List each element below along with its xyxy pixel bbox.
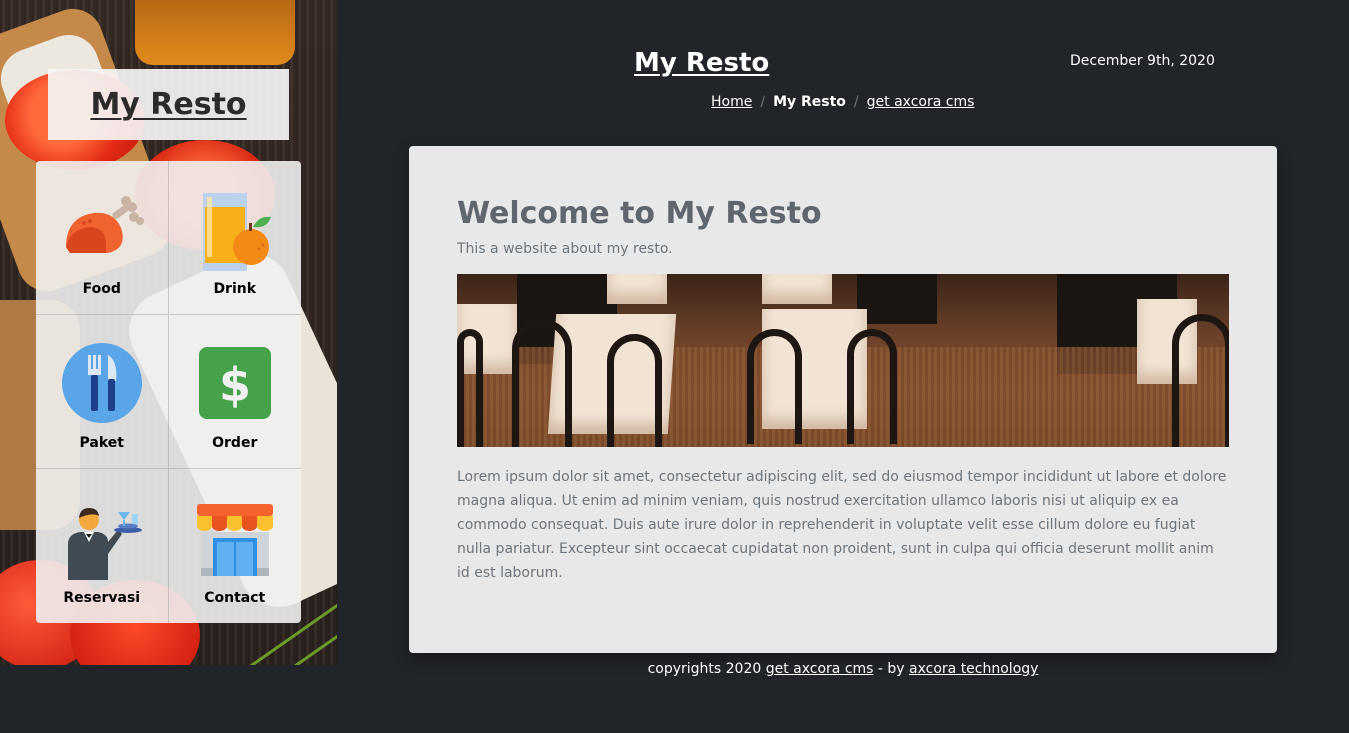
waiter-icon <box>60 496 144 580</box>
menu-item-order[interactable]: $ Order <box>168 315 301 469</box>
menu-item-label: Contact <box>204 590 266 606</box>
menu-item-label: Drink <box>213 281 257 297</box>
page-heading: Welcome to My Resto <box>457 196 822 231</box>
menu-item-reservasi[interactable]: Reservasi <box>36 469 169 623</box>
svg-text:$: $ <box>219 358 251 412</box>
image-detail <box>847 329 897 444</box>
storefront-icon <box>193 496 277 580</box>
chicken-leg-icon <box>60 187 144 271</box>
fork-knife-icon <box>60 341 144 425</box>
breadcrumb-separator: / <box>853 94 859 110</box>
menu-item-paket[interactable]: Paket <box>36 315 169 469</box>
page-body-text: Lorem ipsum dolor sit amet, consectetur … <box>457 469 1227 581</box>
breadcrumb-separator: / <box>760 94 766 110</box>
footer-copyright: copyrights 2020 <box>647 661 766 677</box>
image-detail <box>607 334 662 447</box>
breadcrumb-axcora-link[interactable]: get axcora cms <box>867 94 975 110</box>
sidebar-brand-link[interactable]: My Resto <box>90 87 246 122</box>
page-subtitle: This a website about my resto. <box>457 241 673 257</box>
footer-axcora-cms-link[interactable]: get axcora cms <box>766 661 874 677</box>
restaurant-image <box>457 274 1229 447</box>
menu-item-contact[interactable]: Contact <box>168 469 301 623</box>
date-label: December 9th, 2020 <box>1070 53 1215 69</box>
breadcrumb: Home / My Resto / get axcora cms <box>711 94 974 110</box>
menu-item-label: Reservasi <box>63 590 141 606</box>
footer: copyrights 2020 get axcora cms - by axco… <box>0 661 1349 677</box>
menu-item-food[interactable]: Food <box>36 161 169 315</box>
breadcrumb-home[interactable]: Home <box>711 94 752 110</box>
content-card: Welcome to My Resto This a website about… <box>409 146 1277 653</box>
site-title-link[interactable]: My Resto <box>634 48 769 78</box>
background-food-image <box>135 0 295 65</box>
menu-item-label: Paket <box>79 435 124 451</box>
image-detail <box>1172 314 1229 447</box>
image-detail <box>607 274 667 304</box>
footer-by: - by <box>873 661 910 677</box>
image-detail <box>457 329 483 447</box>
breadcrumb-current: My Resto <box>773 94 846 110</box>
menu-item-label: Food <box>82 281 121 297</box>
menu-grid: Food Drink Paket $ Order Reservasi Conta… <box>36 161 301 623</box>
menu-item-label: Order <box>212 435 258 451</box>
image-detail <box>512 319 572 447</box>
sidebar: My Resto Food Drink Paket $ Order Reserv… <box>0 0 337 665</box>
dollar-icon: $ <box>193 341 277 425</box>
image-detail <box>747 329 802 444</box>
juice-glass-icon <box>193 187 277 271</box>
sidebar-brand: My Resto <box>48 69 289 140</box>
footer-axcora-technology-link[interactable]: axcora technology <box>909 661 1038 677</box>
image-detail <box>762 274 832 304</box>
image-detail <box>857 274 937 324</box>
menu-item-drink[interactable]: Drink <box>168 161 301 315</box>
